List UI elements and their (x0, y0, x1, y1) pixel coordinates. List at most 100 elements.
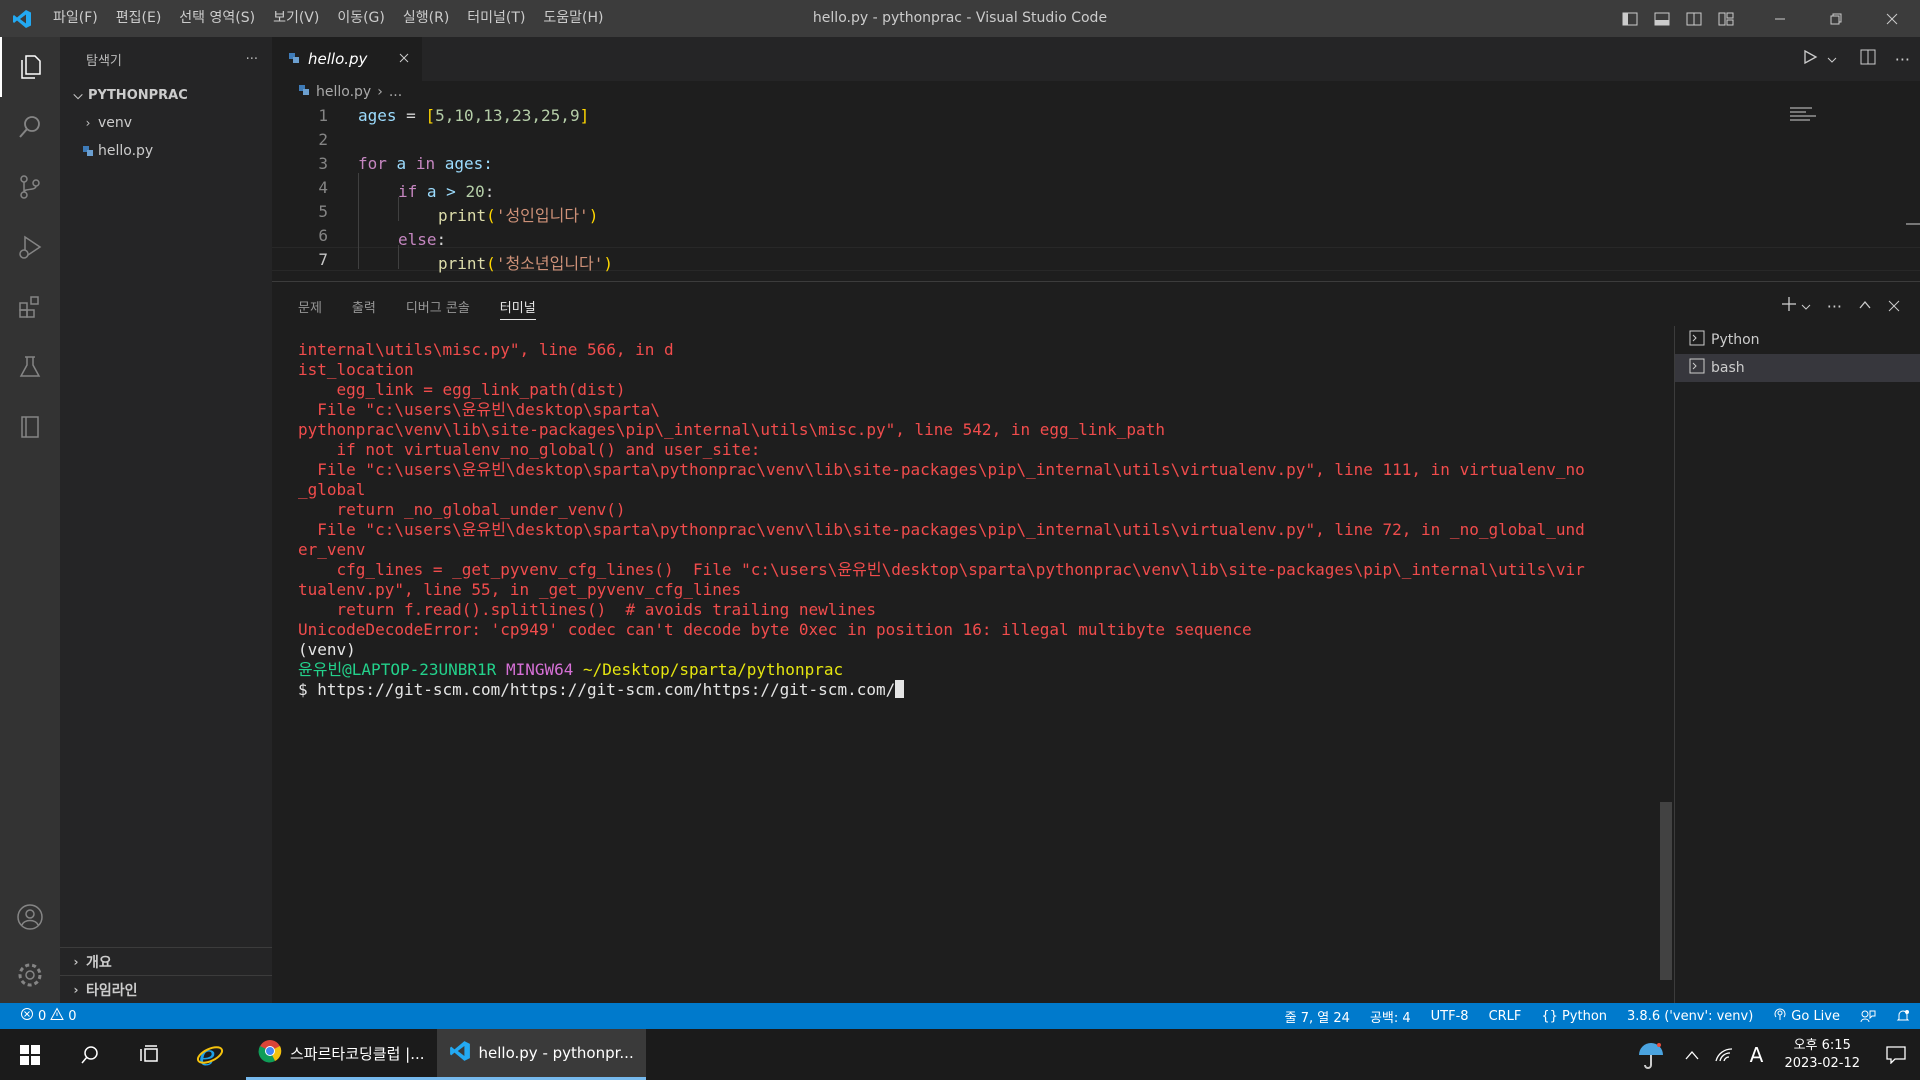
terminal-item-label: Python (1711, 332, 1760, 348)
terminal-command-line: $ https://git-scm.com/https://git-scm.co… (298, 680, 1668, 700)
vscode-logo-icon (449, 1040, 471, 1066)
customize-layout-icon[interactable] (1710, 0, 1742, 37)
restore-icon[interactable] (1808, 0, 1864, 37)
code-token: print (438, 253, 487, 273)
line-number: 6 (318, 225, 328, 245)
tree-item-venv[interactable]: › venv (60, 109, 272, 137)
menu-selection[interactable]: 선택 영역(S) (170, 0, 264, 37)
encoding[interactable]: UTF-8 (1421, 1009, 1479, 1024)
weather-umbrella-icon[interactable] (1626, 1029, 1676, 1080)
taskbar-vscode[interactable]: hello.py - pythonpr... (436, 1029, 646, 1080)
editor-scrollbar[interactable] (1906, 103, 1920, 281)
python-interpreter[interactable]: 3.8.6 ('venv': venv) (1617, 1009, 1763, 1024)
internet-explorer-icon[interactable]: e (180, 1029, 240, 1080)
testing-icon[interactable] (0, 337, 60, 397)
settings-gear-icon[interactable] (0, 945, 60, 1005)
task-view-icon[interactable] (120, 1029, 180, 1080)
menu-file[interactable]: 파일(F) (44, 0, 107, 37)
notifications-bell-icon[interactable] (1886, 1009, 1920, 1023)
chevron-up-icon[interactable] (1676, 1029, 1708, 1080)
taskbar-vscode-label: hello.py - pythonpr... (478, 1044, 634, 1062)
end-of-line[interactable]: CRLF (1479, 1009, 1532, 1024)
tab-hello-py[interactable]: hello.py (272, 37, 422, 81)
account-icon[interactable] (0, 887, 60, 947)
feedback-icon[interactable] (1850, 1009, 1886, 1023)
more-actions-icon[interactable]: ··· (1895, 50, 1910, 69)
minimap[interactable] (1790, 107, 1820, 121)
tab-problems[interactable]: 문제 (298, 282, 322, 330)
source-control-icon[interactable] (0, 157, 60, 217)
chevron-right-icon: › (85, 116, 91, 130)
action-center-icon[interactable] (1872, 1029, 1920, 1080)
code-token: = (396, 105, 426, 125)
timeline-section[interactable]: › 타임라인 (60, 975, 272, 1003)
editor-area: hello.py ··· hello.py › ... 1 ages = [5,… (272, 37, 1920, 281)
explorer-more-button[interactable]: ··· (246, 52, 258, 67)
code-token: ) (603, 253, 614, 273)
menu-go[interactable]: 이동(G) (328, 0, 394, 37)
maximize-panel-icon[interactable] (1858, 297, 1872, 316)
toggle-primary-sidebar-icon[interactable] (1614, 0, 1646, 37)
problems-indicator[interactable]: 0 0 (0, 1007, 77, 1025)
taskbar-chrome-label: 스파르타코딩클럽 |... (290, 1044, 425, 1063)
search-icon[interactable] (0, 97, 60, 157)
toggle-secondary-sidebar-icon[interactable] (1678, 0, 1710, 37)
menu-edit[interactable]: 편집(E) (107, 0, 171, 37)
terminal-item-python[interactable]: Python (1675, 326, 1920, 354)
taskbar-chrome[interactable]: 스파르타코딩클럽 |... (246, 1029, 437, 1080)
menu-help[interactable]: 도움말(H) (534, 0, 612, 37)
terminal-item-label: bash (1711, 360, 1745, 376)
warning-count: 0 (68, 1008, 77, 1024)
code-token: ] (579, 105, 590, 125)
wifi-icon[interactable] (1708, 1029, 1740, 1080)
explorer-icon[interactable] (0, 37, 60, 97)
breadcrumb-file[interactable]: hello.py (316, 84, 371, 100)
toggle-panel-icon[interactable] (1646, 0, 1678, 37)
code-editor[interactable]: 1 ages = [5,10,13,23,25,9] 2 3 for a in … (272, 103, 1920, 273)
chevron-down-icon[interactable] (1827, 50, 1837, 69)
breadcrumb-more[interactable]: ... (389, 84, 402, 100)
terminal-line: ist_location (298, 360, 414, 379)
close-window-icon[interactable] (1864, 0, 1920, 37)
new-terminal-icon[interactable] (1781, 296, 1797, 316)
taskbar-clock[interactable]: 오후 6:15 2023-02-12 (1772, 1037, 1872, 1073)
outline-section[interactable]: › 개요 (60, 947, 272, 975)
ime-indicator[interactable]: A (1740, 1029, 1772, 1080)
terminal-item-bash[interactable]: bash (1675, 354, 1920, 382)
run-debug-icon[interactable] (0, 217, 60, 277)
tab-terminal[interactable]: 터미널 (499, 282, 536, 330)
menu-bar: 파일(F) 편집(E) 선택 영역(S) 보기(V) 이동(G) 실행(R) 터… (44, 0, 613, 37)
terminal-output[interactable]: internal\utils\misc.py", line 566, in d … (298, 340, 1668, 700)
indentation[interactable]: 공백: 4 (1360, 1007, 1421, 1026)
close-tab-icon[interactable] (398, 50, 410, 68)
minimize-icon[interactable] (1752, 0, 1808, 37)
title-bar: 파일(F) 편집(E) 선택 영역(S) 보기(V) 이동(G) 실행(R) 터… (0, 0, 1920, 37)
line-number: 3 (318, 153, 328, 173)
code-token: ages: (435, 153, 493, 173)
language-mode[interactable]: {} Python (1531, 1009, 1617, 1024)
go-live-button[interactable]: Go Live (1763, 1007, 1850, 1025)
folder-root[interactable]: ⌵ PYTHONPRAC (60, 81, 272, 109)
terminal-scrollbar[interactable] (1660, 802, 1672, 980)
more-actions-icon[interactable]: ··· (1827, 297, 1842, 316)
tab-output[interactable]: 출력 (352, 282, 376, 330)
menu-view[interactable]: 보기(V) (264, 0, 328, 37)
tab-label: hello.py (308, 50, 368, 68)
code-token: ) (588, 205, 599, 225)
split-editor-icon[interactable] (1859, 48, 1877, 70)
terminal-icon (1689, 358, 1705, 378)
tree-item-hello-py[interactable]: hello.py (60, 137, 272, 165)
cursor-position[interactable]: 줄 7, 열 24 (1275, 1007, 1360, 1026)
tree-item-label: hello.py (98, 143, 154, 159)
menu-terminal[interactable]: 터미널(T) (458, 0, 534, 37)
extensions-icon[interactable] (0, 277, 60, 337)
notebook-icon[interactable] (0, 397, 60, 457)
close-panel-icon[interactable] (1888, 297, 1900, 316)
taskbar-search-icon[interactable] (60, 1029, 120, 1080)
chevron-down-icon[interactable] (1801, 297, 1811, 316)
terminal-line: cfg_lines = _get_pyvenv_cfg_lines() File… (298, 560, 1585, 579)
menu-run[interactable]: 실행(R) (394, 0, 458, 37)
tab-debug-console[interactable]: 디버그 콘솔 (406, 282, 470, 330)
windows-start-icon[interactable] (0, 1029, 60, 1080)
run-python-file-icon[interactable] (1801, 48, 1819, 70)
